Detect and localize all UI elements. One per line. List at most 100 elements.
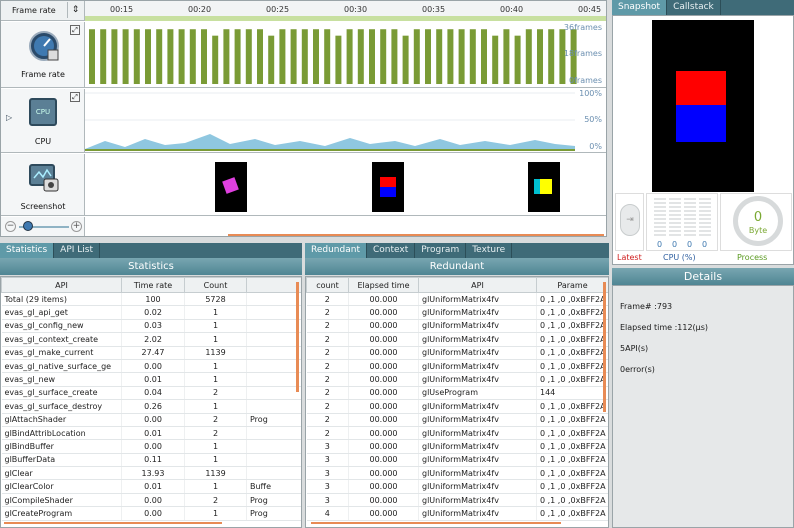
framerate-bar xyxy=(257,29,263,84)
tab-statistics[interactable]: Statistics xyxy=(0,243,55,258)
table-row[interactable]: glBindAttribLocation 0.01 2 xyxy=(1,426,301,441)
framerate-chart[interactable]: 36frames 18frames 0frames xyxy=(85,22,606,88)
table-row[interactable]: 3 00.000 glUniformMatrix4fv 0 ,1 ,0 ,0xBFF2… xyxy=(306,493,608,508)
chart-selector-label: Frame rate xyxy=(12,6,56,15)
table-cell: 00.000 xyxy=(348,426,419,441)
table-cell: glUniformMatrix4fv xyxy=(418,332,537,347)
table-row[interactable]: 3 00.000 glUniformMatrix4fv 0 ,1 ,0 ,0xBFF2… xyxy=(306,466,608,481)
zoom-out-icon[interactable]: − xyxy=(5,221,16,232)
table-row[interactable]: 3 00.000 glUniformMatrix4fv 0 ,1 ,0 ,0xBFF2… xyxy=(306,439,608,454)
table-row[interactable]: glCreateProgram 0.00 1 Prog xyxy=(1,506,301,521)
table-row[interactable]: glAttachShader 0.00 2 Prog xyxy=(1,413,301,427)
table-cell: 00.000 xyxy=(348,386,419,401)
table-row[interactable]: 2 00.000 glUniformMatrix4fv 0 ,1 ,0 ,0xBFF2… xyxy=(306,292,608,307)
statistics-hscroll-thumb[interactable] xyxy=(4,522,222,524)
table-row[interactable]: glBindBuffer 0.00 1 xyxy=(1,439,301,454)
tab-program[interactable]: Program xyxy=(415,243,467,258)
table-cell: 1 xyxy=(184,372,247,387)
table-row[interactable]: evas_gl_surface_destroy 0.26 1 xyxy=(1,399,301,414)
table-row[interactable]: 2 00.000 glUniformMatrix4fv 0 ,1 ,0 ,0xBFF2… xyxy=(306,319,608,334)
table-cell: glUniformMatrix4fv xyxy=(418,305,537,320)
table-cell: 1 xyxy=(184,359,247,374)
column-header[interactable]: API xyxy=(1,277,122,293)
latest-toggle-icon[interactable]: ⇥ xyxy=(620,204,640,236)
time-ruler[interactable]: 00:15 00:20 00:25 00:30 00:35 00:40 00:4… xyxy=(85,1,606,21)
table-cell: 2 xyxy=(306,346,349,360)
tab-api-list[interactable]: API List xyxy=(54,243,100,258)
tab-snapshot[interactable]: Snapshot xyxy=(612,0,668,15)
table-row[interactable]: glClearColor 0.01 1 Buffe xyxy=(1,479,301,494)
screenshot-thumbnail[interactable] xyxy=(215,162,247,212)
table-cell: 144 xyxy=(536,386,608,401)
table-row[interactable]: 2 00.000 glUniformMatrix4fv 0 ,1 ,0 ,0xBFF2… xyxy=(306,332,608,347)
table-row[interactable]: evas_gl_context_create 2.02 1 xyxy=(1,332,301,347)
tab-texture[interactable]: Texture xyxy=(466,243,513,258)
table-row[interactable]: 2 00.000 glUniformMatrix4fv 0 ,1 ,0 ,0xBFF2… xyxy=(306,305,608,320)
cpu-area xyxy=(85,92,575,151)
table-cell: 0.00 xyxy=(121,493,185,508)
tab-context[interactable]: Context xyxy=(367,243,416,258)
chart-selector[interactable]: Frame rate ⇕ xyxy=(1,1,85,21)
table-row[interactable]: glBufferData 0.11 1 xyxy=(1,453,301,468)
screenshot-thumbnail[interactable] xyxy=(372,162,404,212)
timeline-scroll-thumb[interactable] xyxy=(228,234,604,236)
table-cell: 0 ,1 ,0 ,0xBFF2A xyxy=(536,305,608,320)
framerate-bar xyxy=(245,29,252,84)
table-row[interactable]: 3 00.000 glUniformMatrix4fv 0 ,1 ,0 ,0xBFF2… xyxy=(306,479,608,494)
table-row[interactable]: 2 00.000 glUniformMatrix4fv 0 ,1 ,0 ,0xBFF2… xyxy=(306,399,608,414)
column-header[interactable]: Time rate xyxy=(121,277,185,293)
table-row[interactable]: 2 00.000 glUniformMatrix4fv 0 ,1 ,0 ,0xBFF2… xyxy=(306,426,608,441)
tab-redundant[interactable]: Redundant xyxy=(305,243,367,258)
table-row[interactable]: glCompileShader 0.00 2 Prog xyxy=(1,493,301,508)
table-row[interactable]: 2 00.000 glUseProgram 144 xyxy=(306,386,608,401)
table-row[interactable]: 2 00.000 glUniformMatrix4fv 0 ,1 ,0 ,0xBFF2… xyxy=(306,346,608,360)
table-cell: 1 xyxy=(184,332,247,347)
table-cell: 2 xyxy=(184,386,247,401)
screenshot-strip[interactable] xyxy=(85,154,606,216)
table-row[interactable]: evas_gl_surface_create 0.04 2 xyxy=(1,386,301,401)
table-cell xyxy=(246,426,301,441)
timeline-scrollbar[interactable] xyxy=(85,217,606,236)
table-cell: 5728 xyxy=(184,292,247,307)
redundant-hscroll-thumb[interactable] xyxy=(311,522,561,524)
column-header[interactable]: count xyxy=(306,277,349,293)
snapshot-image[interactable] xyxy=(652,20,754,192)
table-row[interactable]: 2 00.000 glUniformMatrix4fv 0 ,1 ,0 ,0xBFF2… xyxy=(306,413,608,427)
column-header[interactable]: Elapsed time xyxy=(348,277,419,293)
zoom-slider[interactable]: − + xyxy=(1,217,85,236)
latest-widget[interactable]: ⇥ xyxy=(615,193,644,251)
table-cell: 00.000 xyxy=(348,292,419,307)
column-header[interactable]: API xyxy=(418,277,537,293)
table-row[interactable]: evas_gl_make_current 27.47 1139 xyxy=(1,346,301,360)
ruler-tick-label: 00:15 xyxy=(110,5,134,14)
table-row[interactable]: 3 00.000 glUniformMatrix4fv 0 ,1 ,0 ,0xBFF2… xyxy=(306,453,608,468)
zoom-in-icon[interactable]: + xyxy=(71,221,82,232)
expand-icon[interactable]: ⤢ xyxy=(70,92,80,102)
table-row[interactable]: Total (29 items) 100 5728 xyxy=(1,292,301,307)
table-row[interactable]: evas_gl_native_surface_ge 0.00 1 xyxy=(1,359,301,374)
screenshot-thumbnail[interactable] xyxy=(528,162,560,212)
zoom-handle[interactable] xyxy=(23,221,33,231)
table-row[interactable]: evas_gl_config_new 0.03 1 xyxy=(1,319,301,334)
table-row[interactable]: evas_gl_api_get 0.02 1 xyxy=(1,305,301,320)
table-cell: 13.93 xyxy=(121,466,185,481)
tab-callstack[interactable]: Callstack xyxy=(667,0,721,15)
framerate-bar xyxy=(313,29,319,84)
table-cell: glUniformMatrix4fv xyxy=(418,413,537,427)
column-header[interactable]: Parame xyxy=(536,277,608,293)
table-row[interactable]: 4 00.000 glUniformMatrix4fv 0 ,1 ,0 ,0xBFF2… xyxy=(306,506,608,521)
table-row[interactable]: 2 00.000 glUniformMatrix4fv 0 ,1 ,0 ,0xBFF2… xyxy=(306,359,608,374)
redundant-vscroll-thumb[interactable] xyxy=(603,282,606,412)
expand-arrow-icon[interactable]: ▷ xyxy=(6,113,12,122)
table-cell: 00.000 xyxy=(348,319,419,334)
column-header[interactable] xyxy=(246,277,301,293)
table-row[interactable]: glClear 13.93 1139 xyxy=(1,466,301,481)
expand-icon[interactable]: ⤢ xyxy=(70,25,80,35)
table-row[interactable]: 2 00.000 glUniformMatrix4fv 0 ,1 ,0 ,0xBFF2… xyxy=(306,372,608,387)
framerate-bar xyxy=(548,29,555,84)
column-header[interactable]: Count xyxy=(184,277,247,293)
cpu-chart[interactable]: 100% 50% 0% xyxy=(85,89,606,153)
sort-arrows-icon[interactable]: ⇕ xyxy=(67,2,83,18)
table-row[interactable]: evas_gl_new 0.01 1 xyxy=(1,372,301,387)
statistics-vscroll-thumb[interactable] xyxy=(296,282,299,392)
